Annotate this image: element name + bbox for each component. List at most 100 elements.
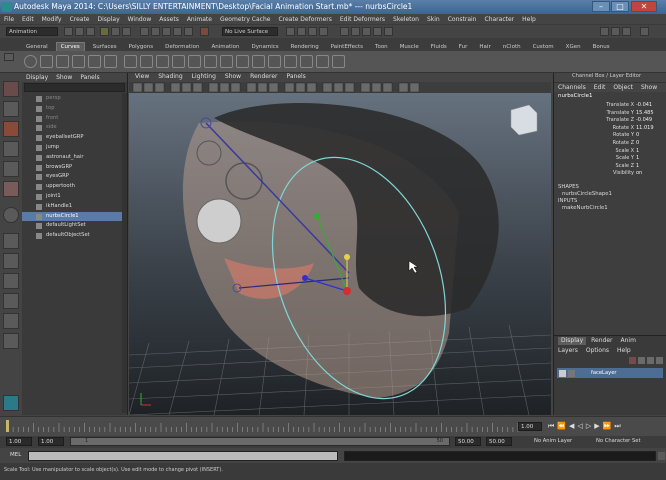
align-curves-icon[interactable]: [332, 55, 345, 68]
fillet-curve-icon[interactable]: [252, 55, 265, 68]
last-tool-icon[interactable]: [3, 207, 19, 223]
select-tool-icon[interactable]: [3, 81, 19, 97]
outliner-item[interactable]: front: [22, 114, 127, 124]
shelf-tab-hair[interactable]: Hair: [475, 43, 494, 51]
menu-geometry-cache[interactable]: Geometry Cache: [220, 16, 270, 23]
cut-curve-icon[interactable]: [268, 55, 281, 68]
layer-row-face[interactable]: faceLayer: [557, 368, 663, 378]
detach-curves-icon[interactable]: [140, 55, 153, 68]
shelf-menu-icon[interactable]: [4, 53, 14, 61]
single-view-layout-icon[interactable]: [3, 233, 19, 249]
start-time-field[interactable]: 1.00: [6, 437, 32, 446]
cb-attribute-value[interactable]: 1: [636, 155, 666, 163]
mel-label[interactable]: MEL: [10, 452, 21, 458]
outliner-filter-field[interactable]: [24, 83, 125, 92]
shelf-tab-custom[interactable]: Custom: [529, 43, 558, 51]
intersect-curve-icon[interactable]: [284, 55, 297, 68]
snap-view-plane-icon[interactable]: [319, 27, 328, 36]
cb-attribute-row[interactable]: Rotate X 11.019: [554, 125, 666, 133]
outliner-item[interactable]: nurbsCircle1: [22, 211, 127, 222]
outliner-layout-icon[interactable]: [3, 333, 19, 349]
manip-x-handle[interactable]: [343, 287, 351, 295]
shelf-tab-xgen[interactable]: XGen: [562, 43, 585, 51]
layer-tab-display[interactable]: Display: [558, 337, 587, 345]
cv-curve-tool-icon[interactable]: [56, 55, 69, 68]
nurbs-square-icon[interactable]: [40, 55, 53, 68]
cb-attribute-value[interactable]: -0.041: [636, 102, 666, 110]
four-view-layout-icon[interactable]: [3, 253, 19, 269]
render-current-icon[interactable]: [362, 27, 371, 36]
shelf-tab-polygons[interactable]: Polygons: [125, 43, 157, 51]
lasso-tool-icon[interactable]: [3, 101, 19, 117]
time-slider[interactable]: 1.00 ⏮ ⏪ ◀ ◁ ▷ ▶ ⏩ ⏭: [0, 416, 666, 436]
cb-attribute-value[interactable]: 0: [636, 140, 666, 148]
ep-curve-tool-icon[interactable]: [72, 55, 85, 68]
cb-attribute-row[interactable]: Scale X1: [554, 148, 666, 156]
cb-attribute-value[interactable]: 1: [636, 148, 666, 156]
snap-curve-icon[interactable]: [297, 27, 306, 36]
modeling-toolkit-icon[interactable]: [640, 27, 649, 36]
menu-modify[interactable]: Modify: [42, 16, 62, 23]
shelf-tab-general[interactable]: General: [22, 43, 52, 51]
minimize-button[interactable]: –: [592, 1, 610, 12]
range-end-field[interactable]: 50.00: [455, 437, 481, 446]
menu-file[interactable]: File: [4, 16, 14, 23]
select-deformations-icon[interactable]: [184, 27, 193, 36]
outliner-item[interactable]: joint1: [22, 192, 127, 202]
maximize-button[interactable]: □: [611, 1, 629, 12]
step-back-frame-icon[interactable]: ◀: [569, 422, 574, 431]
script-editor-icon[interactable]: [658, 452, 665, 460]
outliner-menu-panels[interactable]: Panels: [80, 74, 99, 81]
scale-tool-icon[interactable]: [3, 181, 19, 197]
shelf-tab-fur[interactable]: Fur: [455, 43, 472, 51]
tool-settings-toggle-icon[interactable]: [611, 27, 620, 36]
step-forward-key-icon[interactable]: ⏩: [603, 422, 612, 431]
nurbs-circle-icon[interactable]: [24, 55, 37, 68]
menu-skin[interactable]: Skin: [427, 16, 440, 23]
shelf-tab-animation[interactable]: Animation: [207, 43, 243, 51]
layer-menu-help[interactable]: Help: [617, 347, 631, 354]
viewport-menu-view[interactable]: View: [135, 73, 149, 82]
go-to-start-icon[interactable]: ⏮: [548, 422, 554, 431]
left-eyeball[interactable]: [196, 198, 242, 244]
cb-attribute-value[interactable]: on: [636, 170, 666, 178]
menu-character[interactable]: Character: [485, 16, 515, 23]
menu-window[interactable]: Window: [128, 16, 152, 23]
outliner-item[interactable]: jump: [22, 143, 127, 153]
end-time-field[interactable]: 50.00: [486, 437, 512, 446]
current-frame-field[interactable]: 1.00: [518, 422, 542, 431]
offset-curve-icon[interactable]: [188, 55, 201, 68]
paint-select-tool-icon[interactable]: [3, 121, 19, 137]
viewport-menu-lighting[interactable]: Lighting: [192, 73, 216, 82]
snap-grid-icon[interactable]: [286, 27, 295, 36]
cb-attribute-value[interactable]: 1: [636, 163, 666, 171]
step-forward-frame-icon[interactable]: ▶: [594, 422, 599, 431]
character-set-label[interactable]: No Character Set: [596, 438, 640, 444]
viewport-menu-show[interactable]: Show: [225, 73, 241, 82]
play-forward-icon[interactable]: ▷: [586, 422, 591, 431]
cb-menu-show[interactable]: Show: [641, 84, 657, 91]
rebuild-curve-icon[interactable]: [204, 55, 217, 68]
layer-type-toggle[interactable]: [568, 369, 575, 377]
outliner-item[interactable]: eyeballsetGRP: [22, 133, 127, 143]
view-cube[interactable]: [510, 104, 538, 136]
range-slider[interactable]: 1 50: [70, 437, 450, 446]
viewport-icons-strip[interactable]: [129, 82, 551, 93]
menu-constrain[interactable]: Constrain: [448, 16, 477, 23]
cb-attribute-row[interactable]: Scale Z1: [554, 163, 666, 171]
render-settings-icon[interactable]: [384, 27, 393, 36]
outliner-item[interactable]: defaultObjectSet: [22, 231, 127, 241]
save-scene-icon[interactable]: [86, 27, 95, 36]
cb-attribute-value[interactable]: 11.019: [636, 125, 666, 133]
channel-box-toggle-icon[interactable]: [622, 27, 631, 36]
cb-attribute-row[interactable]: Rotate Z0: [554, 140, 666, 148]
cb-attribute-value[interactable]: 15.485: [636, 110, 666, 118]
insert-knot-icon[interactable]: [156, 55, 169, 68]
command-input[interactable]: [28, 451, 338, 461]
anim-layer-label[interactable]: No Anim Layer: [534, 438, 572, 444]
ipr-render-icon[interactable]: [373, 27, 382, 36]
viewport-menu-panels[interactable]: Panels: [286, 73, 305, 82]
attach-curves-icon[interactable]: [124, 55, 137, 68]
cb-shape-node[interactable]: nurbsCircleShape1: [554, 191, 666, 198]
menu-edit[interactable]: Edit: [22, 16, 34, 23]
